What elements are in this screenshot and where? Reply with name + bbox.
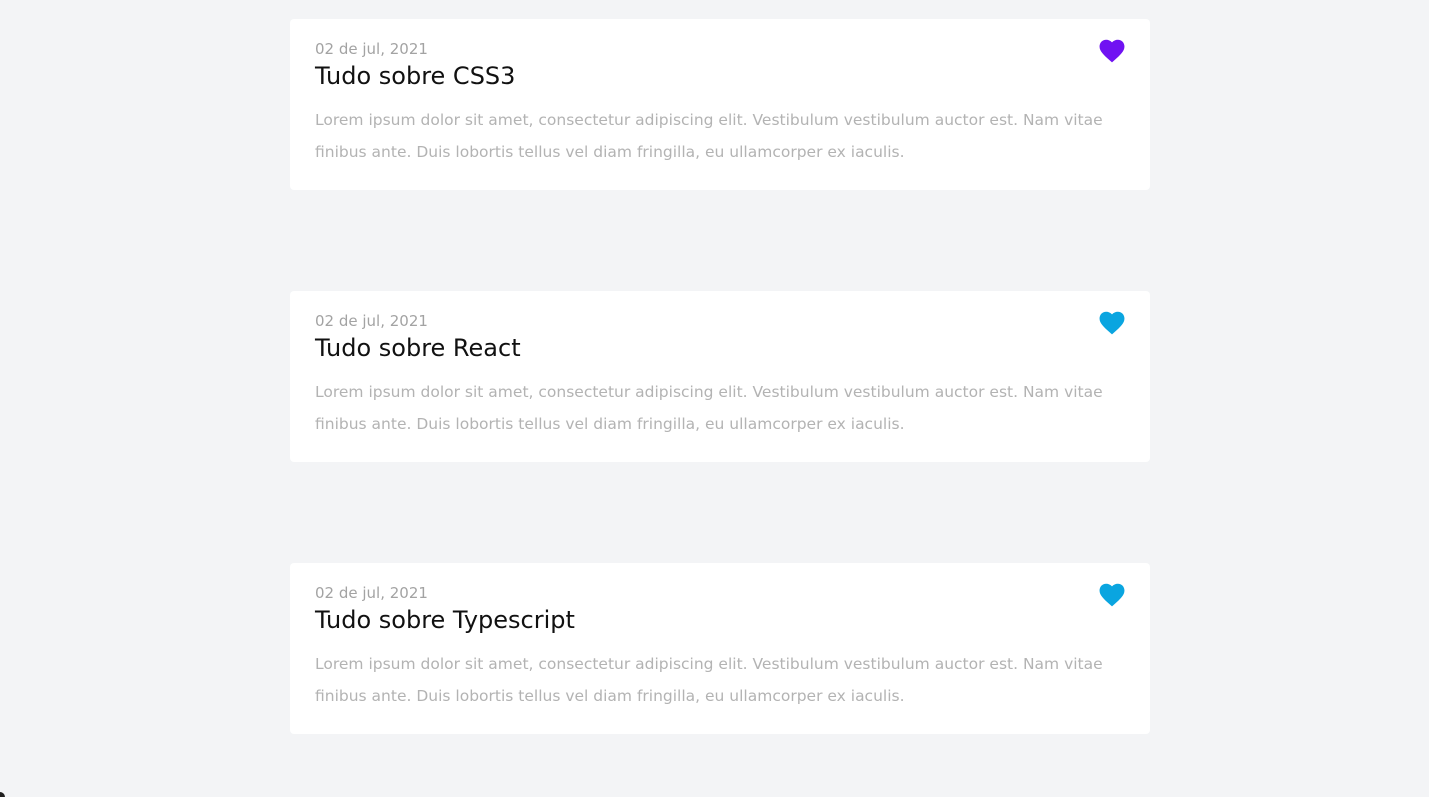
post-title[interactable]: Tudo sobre Typescript: [315, 604, 1125, 636]
favorite-button[interactable]: [1099, 583, 1125, 607]
post-date: 02 de jul, 2021: [315, 312, 428, 330]
window-corner: [0, 792, 5, 797]
post-date: 02 de jul, 2021: [315, 40, 428, 58]
post-card[interactable]: 02 de jul, 2021 Tudo sobre Typescript Lo…: [290, 563, 1150, 734]
post-excerpt: Lorem ipsum dolor sit amet, consectetur …: [315, 655, 1103, 705]
post-excerpt: Lorem ipsum dolor sit amet, consectetur …: [315, 111, 1103, 161]
post-card[interactable]: 02 de jul, 2021 Tudo sobre React Lorem i…: [290, 291, 1150, 462]
heart-icon: [1099, 311, 1125, 335]
heart-icon: [1099, 583, 1125, 607]
post-excerpt: Lorem ipsum dolor sit amet, consectetur …: [315, 383, 1103, 433]
post-card[interactable]: 02 de jul, 2021 Tudo sobre CSS3 Lorem ip…: [290, 19, 1150, 190]
favorite-button[interactable]: [1099, 311, 1125, 335]
post-list: 02 de jul, 2021 Tudo sobre CSS3 Lorem ip…: [290, 19, 1150, 734]
post-date: 02 de jul, 2021: [315, 584, 428, 602]
post-title[interactable]: Tudo sobre CSS3: [315, 60, 1125, 92]
post-title[interactable]: Tudo sobre React: [315, 332, 1125, 364]
heart-icon: [1099, 39, 1125, 63]
favorite-button[interactable]: [1099, 39, 1125, 63]
